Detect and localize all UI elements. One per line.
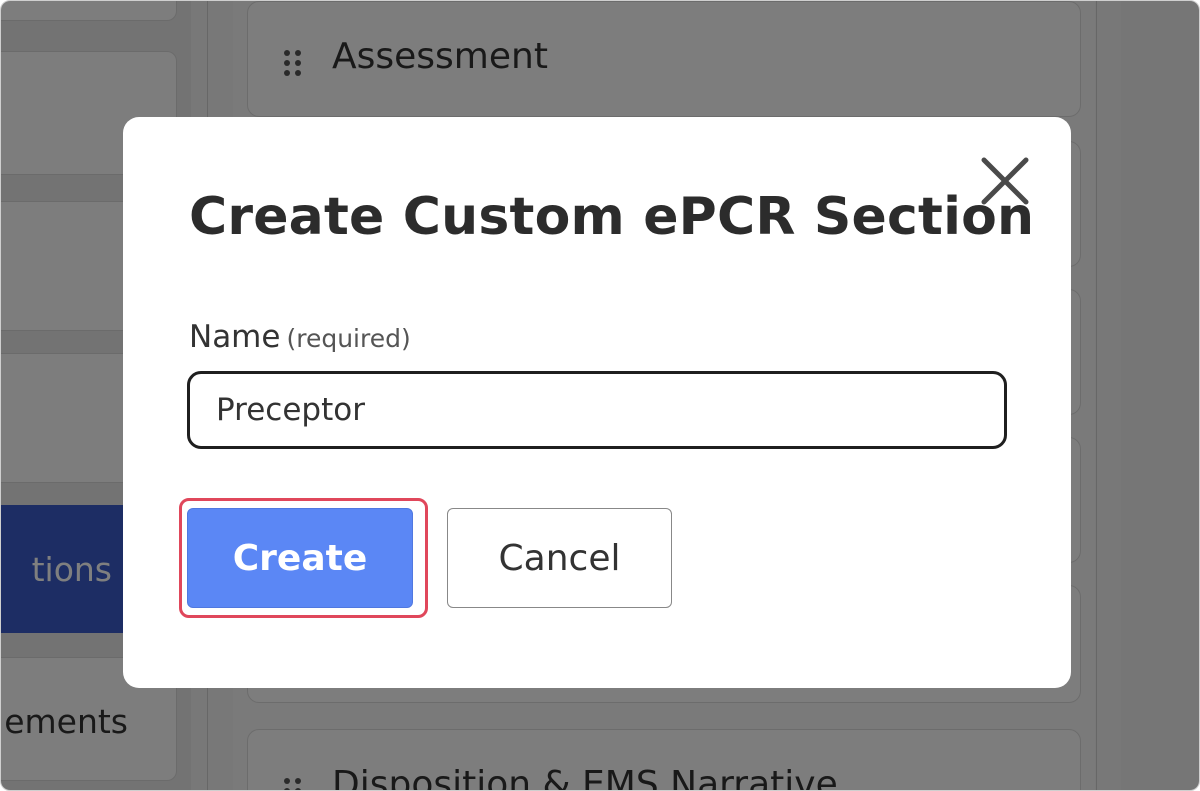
name-field-label: Name (required) <box>189 319 411 355</box>
required-hint: (required) <box>286 324 411 353</box>
create-section-dialog: Create Custom ePCR Section Name (required… <box>123 117 1071 688</box>
dialog-title: Create Custom ePCR Section <box>189 187 1035 247</box>
cancel-button[interactable]: Cancel <box>447 508 672 608</box>
name-input[interactable] <box>187 371 1007 449</box>
name-label-text: Name <box>189 319 281 355</box>
app-window: tions ements Assessment <box>0 0 1200 791</box>
create-button[interactable]: Create <box>187 508 413 608</box>
